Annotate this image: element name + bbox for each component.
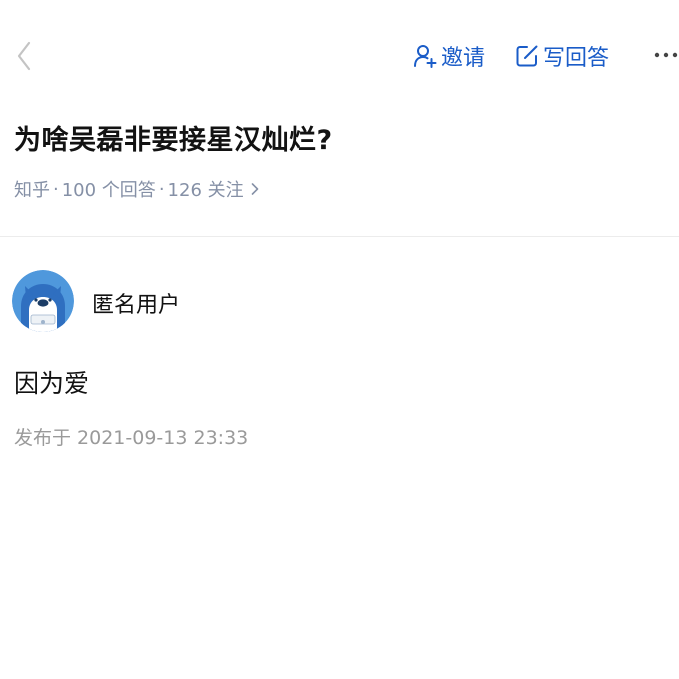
source-label: 知乎 bbox=[14, 180, 50, 201]
question-meta[interactable]: 知乎 · 100 个回答 · 126 关注 bbox=[14, 176, 260, 202]
top-navigation-bar: 邀请 写回答 bbox=[0, 0, 679, 110]
avatar[interactable] bbox=[12, 270, 74, 332]
question-title[interactable]: 为啥吴磊非要接星汉灿烂? bbox=[14, 118, 333, 157]
anonymous-avatar-icon bbox=[12, 270, 74, 332]
chevron-left-icon bbox=[17, 41, 31, 71]
back-button[interactable] bbox=[8, 36, 40, 76]
section-divider bbox=[0, 236, 679, 237]
more-dots-icon bbox=[654, 52, 678, 58]
user-add-icon bbox=[414, 45, 437, 68]
write-answer-button[interactable]: 写回答 bbox=[514, 38, 609, 74]
edit-icon bbox=[516, 45, 538, 67]
invite-button[interactable]: 邀请 bbox=[412, 38, 485, 74]
follower-count: 126 关注 bbox=[167, 180, 244, 201]
answer-content[interactable]: 因为爱 bbox=[14, 364, 89, 400]
meta-separator: · bbox=[53, 178, 59, 200]
author-name[interactable]: 匿名用户 bbox=[92, 287, 180, 319]
more-button[interactable] bbox=[648, 40, 679, 70]
chevron-right-icon bbox=[251, 183, 258, 195]
write-answer-label: 写回答 bbox=[543, 46, 610, 71]
publish-date: 发布于 2021-09-13 23:33 bbox=[14, 427, 249, 449]
invite-label: 邀请 bbox=[441, 46, 486, 71]
meta-separator: · bbox=[158, 178, 165, 200]
answer-count: 100 个回答 bbox=[61, 180, 156, 201]
